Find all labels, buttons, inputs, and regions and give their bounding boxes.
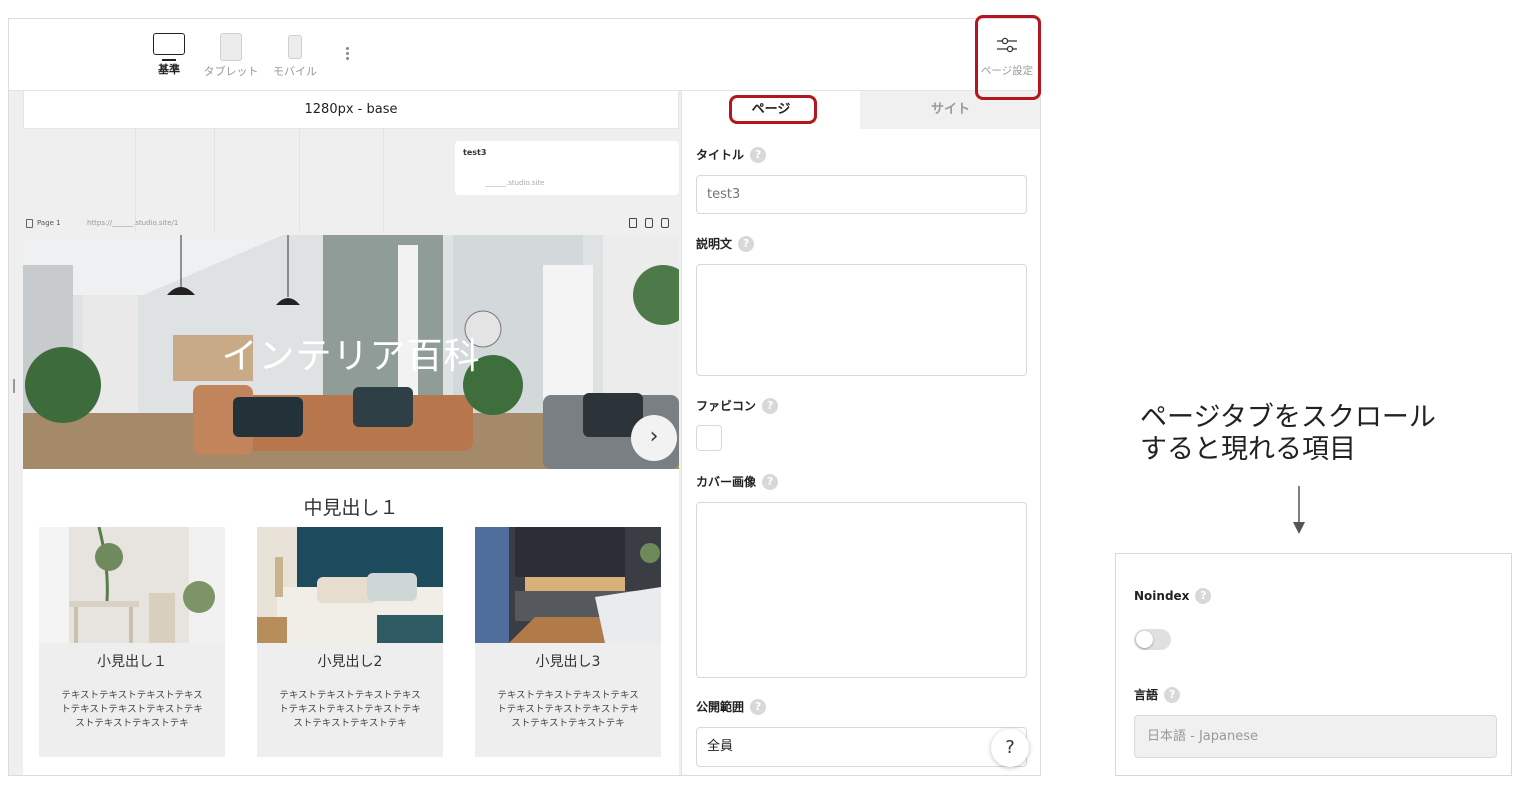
dining-room-photo <box>39 527 225 643</box>
scrolled-settings-preview: Noindex ? 言語 ? 日本語 - Japanese <box>1115 553 1512 776</box>
device-base-label: 基準 <box>158 63 180 76</box>
resize-handle[interactable] <box>13 379 15 393</box>
title-input[interactable] <box>696 175 1027 214</box>
help-icon[interactable]: ? <box>750 146 767 163</box>
arrow-down-icon <box>1293 486 1305 534</box>
help-icon[interactable]: ? <box>738 235 755 252</box>
cover-image-upload[interactable] <box>696 502 1027 678</box>
editor-window: 基準 タブレット モバイル ページ設定 1280px - base test3 … <box>8 18 1041 776</box>
language-label-text: 言語 <box>1134 688 1159 702</box>
trash-icon[interactable] <box>629 218 637 228</box>
desktop-icon <box>153 33 185 61</box>
breakpoint-header: 1280px - base <box>23 91 679 129</box>
card-text: テキストテキストテキストテキストテキストテキストテキストテキストテキストテキスト… <box>497 690 639 729</box>
device-base-button[interactable]: 基準 <box>151 33 187 77</box>
card-image <box>475 527 661 643</box>
highlight-page-tab <box>729 95 817 124</box>
bedroom-photo <box>257 527 443 643</box>
noindex-label-text: Noindex <box>1134 589 1190 603</box>
annotation-text: ページタブをスクロール すると現れる項目 <box>1140 402 1436 466</box>
description-textarea[interactable] <box>696 264 1027 376</box>
page-bar-name: Page 1 <box>37 219 61 227</box>
visibility-label-text: 公開範囲 <box>696 700 745 714</box>
kitchen-photo <box>475 527 661 643</box>
device-tablet-button[interactable]: タブレット <box>201 33 261 79</box>
hero-title: インテリア百科 <box>221 336 481 377</box>
annotation-line2: すると現れる項目 <box>1140 434 1356 465</box>
device-mobile-label: モバイル <box>273 65 317 78</box>
help-icon[interactable]: ? <box>750 698 767 715</box>
visibility-field-label: 公開範囲 ? <box>696 698 767 715</box>
hero-image[interactable]: インテリア百科 › <box>23 235 679 469</box>
language-field-label: 言語 ? <box>1134 686 1181 703</box>
page-menu-icon[interactable] <box>661 218 669 228</box>
favicon-upload[interactable] <box>696 425 722 451</box>
help-button[interactable]: ? <box>991 729 1029 767</box>
section-heading: 中見出し１ <box>303 497 399 519</box>
page-bar: Page 1 https://______.studio.site/1 <box>23 215 679 233</box>
help-icon[interactable]: ? <box>762 473 779 490</box>
annotation-line1: ページタブをスクロール <box>1140 402 1436 433</box>
toolbar: 基準 タブレット モバイル ページ設定 <box>9 19 1040 91</box>
language-select[interactable]: 日本語 - Japanese <box>1134 715 1497 758</box>
design-canvas[interactable]: 1280px - base test3 ______.studio.site P… <box>9 91 681 775</box>
page-card-url: ______.studio.site <box>485 179 545 187</box>
title-label-text: タイトル <box>696 148 745 162</box>
page-bar-url: https://______.studio.site/1 <box>87 219 179 227</box>
card-title: 小見出し１ <box>97 654 167 670</box>
favicon-label-text: ファビコン <box>696 399 757 413</box>
help-icon[interactable]: ? <box>1195 588 1212 604</box>
title-field-label: タイトル ? <box>696 146 767 163</box>
cover-field-label: カバー画像 ? <box>696 473 779 490</box>
tablet-icon <box>220 33 242 61</box>
device-tablet-label: タブレット <box>203 65 259 78</box>
device-mobile-button[interactable]: モバイル <box>267 33 323 79</box>
content-card[interactable]: 小見出し3 テキストテキストテキストテキストテキストテキストテキストテキストテキ… <box>475 527 661 757</box>
page-file-icon <box>26 219 33 228</box>
noindex-field-label: Noindex ? <box>1134 588 1212 604</box>
description-label-text: 説明文 <box>696 237 733 251</box>
card-image <box>39 527 225 643</box>
card-title: 小見出し2 <box>317 654 383 670</box>
card-image <box>257 527 443 643</box>
settings-panel: ページ サイト タイトル ? 説明文 ? ファビコン ? カバー画像 ? 公開範… <box>681 91 1040 775</box>
visibility-select[interactable]: 全員 <box>696 727 1027 767</box>
mobile-icon <box>288 35 302 59</box>
page-preview-card[interactable]: test3 ______.studio.site <box>455 141 679 195</box>
slider-next-button[interactable]: › <box>631 415 677 461</box>
more-options-icon[interactable] <box>346 47 350 60</box>
cover-label-text: カバー画像 <box>696 475 757 489</box>
content-card[interactable]: 小見出し１ テキストテキストテキストテキストテキストテキストテキストテキストテキ… <box>39 527 225 757</box>
favicon-field-label: ファビコン ? <box>696 397 779 414</box>
card-text: テキストテキストテキストテキストテキストテキストテキストテキストテキストテキスト… <box>61 690 203 729</box>
tab-site-label: サイト <box>930 102 970 117</box>
description-field-label: 説明文 ? <box>696 235 755 252</box>
card-title: 小見出し3 <box>535 654 601 670</box>
page-card-title: test3 <box>463 148 487 157</box>
content-card[interactable]: 小見出し2 テキストテキストテキストテキストテキストテキストテキストテキストテキ… <box>257 527 443 757</box>
help-icon[interactable]: ? <box>1164 686 1181 703</box>
help-icon[interactable]: ? <box>762 397 779 414</box>
noindex-toggle[interactable] <box>1134 629 1171 650</box>
card-text: テキストテキストテキストテキストテキストテキストテキストテキストテキストテキスト… <box>279 690 421 729</box>
highlight-page-settings <box>975 15 1041 100</box>
duplicate-icon[interactable] <box>645 218 653 228</box>
